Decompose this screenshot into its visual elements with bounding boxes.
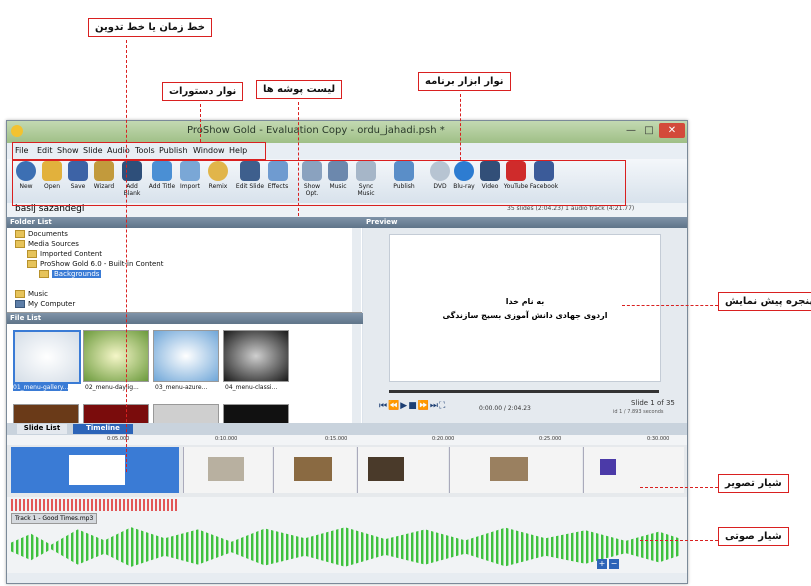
playback-controls[interactable]: ⏮⏪▶■⏩⏭⛶: [379, 401, 446, 411]
menubar-highlight: [12, 142, 266, 160]
file-label: 01_menu-gallery...: [13, 384, 69, 391]
folder-row-selected[interactable]: Backgrounds: [39, 270, 102, 278]
connector-line: [298, 102, 299, 216]
audio-track: Track 1 - Good Times.mp3 + −: [7, 497, 687, 573]
ruler-tick: 0:15.000: [325, 436, 348, 442]
slide-thumbnail: [69, 455, 125, 485]
file-thumb[interactable]: [83, 330, 149, 382]
file-list-panel: 01_menu-gallery... 02_menu-daylig... 03_…: [7, 324, 362, 424]
folder-list-panel: Documents Media Sources Imported Content…: [7, 228, 362, 313]
slide-clip[interactable]: [183, 447, 272, 493]
file-thumb[interactable]: [13, 330, 81, 384]
slide-clip[interactable]: [449, 447, 582, 493]
minimize-button[interactable]: —: [623, 123, 639, 138]
scrollbar[interactable]: [352, 228, 361, 312]
folder-icon: [15, 230, 25, 238]
folder-row[interactable]: Documents: [15, 230, 68, 238]
preview-line-1: به نام خدا: [505, 297, 545, 306]
slide-thumbnail: [294, 457, 332, 481]
preview-line-2: اردوی جهادی دانش آموزی بسیج سازندگی: [442, 311, 608, 320]
audio-clip-red[interactable]: [11, 499, 179, 511]
callout-folders: لیست پوشه ها: [256, 80, 343, 99]
close-button[interactable]: ✕: [659, 123, 685, 138]
title-bar: ProShow Gold - Evaluation Copy - ordu_ja…: [7, 121, 687, 143]
callout-slide-track: شیار تصویر: [718, 474, 789, 493]
app-icon: [11, 125, 23, 137]
preview-scrubber[interactable]: [389, 390, 659, 393]
zoom-out-button[interactable]: −: [609, 559, 619, 569]
show-info: 35 slides (2:04.23) 1 audio track (4:21.…: [507, 205, 635, 212]
connector-line: [126, 40, 127, 472]
slide-thumbnail: [208, 457, 244, 481]
connector-line: [200, 104, 201, 142]
slide-thumbnail: [490, 457, 528, 481]
folder-icon: [15, 290, 25, 298]
preview-panel: به نام خدا اردوی جهادی دانش آموزی بسیج س…: [363, 228, 687, 423]
folder-list-header: Folder List: [7, 217, 363, 228]
computer-icon: [15, 300, 25, 308]
slide-clip[interactable]: [357, 447, 448, 493]
folder-row[interactable]: Media Sources: [15, 240, 79, 248]
file-list-header: File List: [7, 313, 363, 324]
maximize-button[interactable]: □: [641, 123, 657, 138]
callout-audio-track: شیار صوتی: [718, 527, 789, 546]
connector-line: [640, 487, 718, 488]
slide-duration: id 1 / 7.893 seconds: [613, 409, 664, 415]
horizontal-scrollbar[interactable]: [7, 573, 687, 583]
preview-screen: به نام خدا اردوی جهادی دانش آموزی بسیج س…: [389, 234, 661, 382]
audio-waveform[interactable]: [11, 527, 679, 567]
toolbar-highlight: [12, 160, 626, 206]
window-title: ProShow Gold - Evaluation Copy - ordu_ja…: [187, 125, 445, 136]
file-label: 03_menu-azure...: [155, 384, 208, 391]
slide-clip-selected[interactable]: [11, 447, 179, 493]
callout-menubar: نوار دستورات: [162, 82, 244, 101]
slide-track: [7, 445, 687, 497]
slide-counter: Slide 1 of 35: [631, 399, 675, 407]
folder-icon: [39, 270, 49, 278]
folder-icon: [15, 240, 25, 248]
slide-thumbnail: [368, 457, 404, 481]
file-label: 02_menu-daylig...: [85, 384, 139, 391]
callout-toolbar: نوار ابزار برنامه: [418, 72, 511, 91]
tab-slide-list[interactable]: Slide List: [17, 424, 67, 434]
ruler-tick: 0:20.000: [432, 436, 455, 442]
scrollbar[interactable]: [352, 324, 361, 423]
callout-preview: پنجره پیش نمایش: [718, 292, 811, 311]
file-thumb[interactable]: [223, 330, 289, 382]
folder-row[interactable]: Music: [15, 290, 48, 298]
audio-track-label: Track 1 - Good Times.mp3: [11, 513, 98, 524]
slide-thumbnail: [600, 459, 616, 475]
folder-row[interactable]: My Computer: [15, 300, 75, 308]
connector-line: [460, 94, 461, 160]
file-thumb[interactable]: [83, 404, 149, 424]
tab-timeline[interactable]: Timeline: [73, 424, 133, 434]
folder-icon: [27, 260, 37, 268]
time-readout: 0:00.00 / 2:04.23: [479, 405, 531, 412]
preview-header: Preview: [363, 217, 687, 228]
folder-row[interactable]: Imported Content: [27, 250, 102, 258]
file-thumb[interactable]: [13, 404, 79, 424]
ruler-tick: 0:25.000: [539, 436, 562, 442]
file-thumb[interactable]: [223, 404, 289, 424]
connector-line: [622, 305, 718, 306]
file-thumb[interactable]: [153, 330, 219, 382]
ruler-tick: 0:30.000: [647, 436, 670, 442]
folder-icon: [27, 250, 37, 258]
slide-clip[interactable]: [273, 447, 356, 493]
zoom-in-button[interactable]: +: [597, 559, 607, 569]
connector-line: [640, 540, 718, 541]
ruler-tick: 0:10.000: [215, 436, 238, 442]
callout-timeline: خط زمان یا خط تدوین: [88, 18, 213, 37]
file-thumb[interactable]: [153, 404, 219, 424]
folder-row[interactable]: ProShow Gold 6.0 - Built-in Content: [27, 260, 164, 268]
file-label: 04_menu-classi...: [225, 384, 278, 391]
